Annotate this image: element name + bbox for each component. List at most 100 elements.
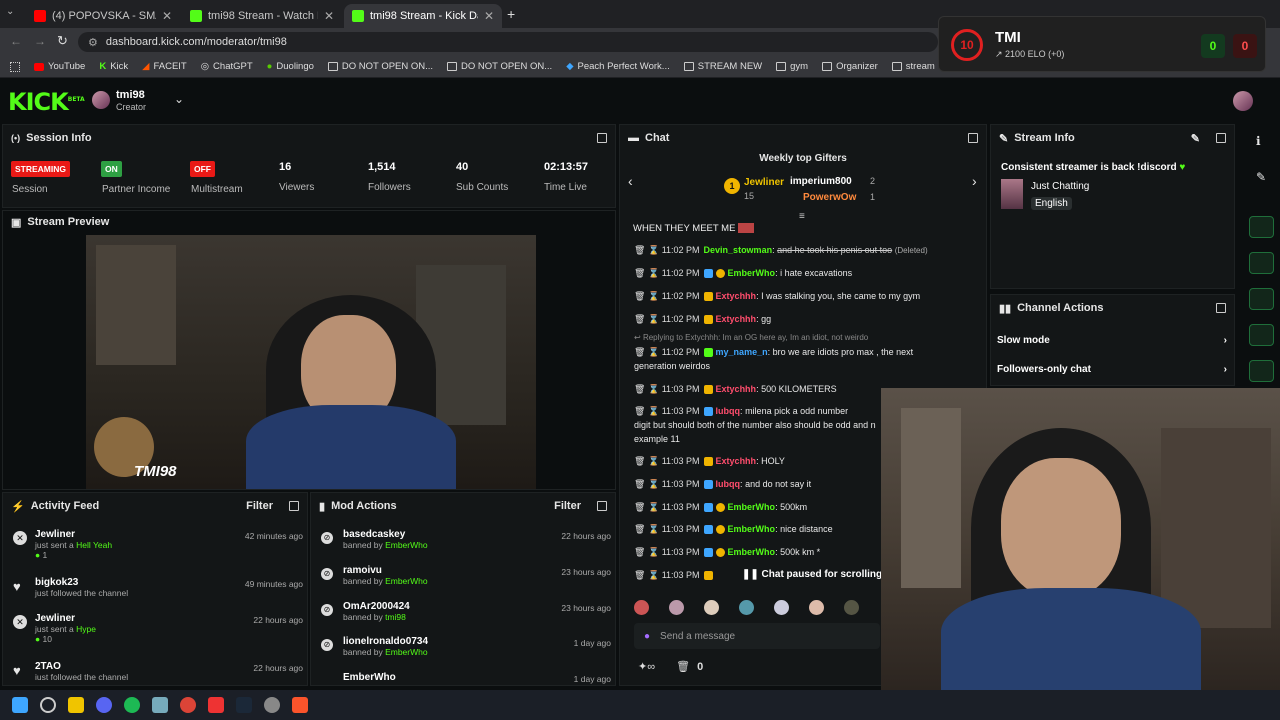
timeout-icon[interactable]: ⌛ [648, 502, 659, 512]
file-explorer-icon[interactable] [68, 697, 84, 713]
steam-icon[interactable] [236, 697, 252, 713]
emote-icon[interactable] [809, 600, 824, 615]
apps-icon[interactable] [10, 61, 20, 72]
bookmark-gym[interactable]: gym [776, 61, 808, 72]
close-icon[interactable]: ✕ [324, 9, 334, 23]
bookmark-peach[interactable]: ◆ Peach Perfect Work... [566, 61, 670, 72]
stat-multistream[interactable]: OFF Multistream [190, 161, 243, 195]
delete-icon[interactable]: 🗑 [634, 502, 645, 512]
emote-icon[interactable] [739, 600, 754, 615]
bookmark-stream[interactable]: stream [891, 61, 935, 72]
bookmark-faceit[interactable]: ◢ FACEIT [142, 61, 187, 72]
chat-message[interactable]: 🗑 ⌛ 11:03 PM Extychhh: 500 KILOMETERS [634, 384, 837, 395]
avatar[interactable] [92, 91, 110, 109]
emote-picker-icon[interactable]: ✦∞ [638, 661, 655, 673]
timeout-icon[interactable]: ⌛ [648, 268, 659, 278]
chevron-down-icon[interactable]: ≡ [799, 211, 805, 222]
spotify-icon[interactable] [124, 697, 140, 713]
app-icon[interactable] [152, 697, 168, 713]
delete-icon[interactable]: 🗑 [634, 245, 645, 255]
filter-button[interactable]: Filter [554, 500, 581, 512]
search-icon[interactable] [40, 697, 56, 713]
popout-icon[interactable] [1216, 303, 1226, 313]
chat-message[interactable]: 🗑 ⌛ 11:02 PM Devin_stowman: and he took h… [634, 245, 928, 256]
timeout-icon[interactable]: ⌛ [648, 479, 659, 489]
chevron-right-icon[interactable]: › [972, 173, 977, 189]
edit-icon[interactable]: ✎ [1256, 170, 1266, 184]
timeout-icon[interactable]: ⌛ [648, 406, 659, 416]
chevron-down-icon[interactable]: ⌄ [174, 92, 184, 106]
reply-context[interactable]: ↩ Replying to Extychhh: Im an OG here ay… [634, 333, 868, 342]
discord-icon[interactable] [96, 697, 112, 713]
popout-icon[interactable] [1216, 133, 1226, 143]
delete-icon[interactable]: 🗑 [634, 384, 645, 394]
mic-icon[interactable]: ● [644, 631, 650, 642]
lightning-button[interactable] [1249, 252, 1274, 274]
delete-icon[interactable]: 🗑 [634, 547, 645, 557]
bookmark-kick[interactable]: K Kick [99, 61, 128, 72]
close-icon[interactable]: ✕ [484, 9, 494, 23]
timeout-icon[interactable]: ⌛ [648, 524, 659, 534]
delete-icon[interactable]: 🗑 [634, 406, 645, 416]
popout-icon[interactable] [597, 133, 607, 143]
delete-icon[interactable]: 🗑 [634, 347, 645, 357]
tab-dashboard[interactable]: tmi98 Stream - Kick Dashboard ✕ [344, 4, 502, 28]
timeout-icon[interactable]: ⌛ [648, 245, 659, 255]
message-input[interactable]: ● Send a message [634, 623, 880, 649]
bookmark-chatgpt[interactable]: ◎ ChatGPT [201, 61, 253, 72]
timeout-icon[interactable]: ⌛ [648, 384, 659, 394]
bookmark-organizer[interactable]: Organizer [822, 61, 878, 72]
timeout-icon[interactable]: ⌛ [648, 570, 659, 580]
new-tab-button[interactable]: + [507, 6, 515, 22]
notes-button[interactable] [1249, 288, 1274, 310]
delete-icon[interactable]: 🗑 [634, 268, 645, 278]
category-thumbnail[interactable] [1001, 179, 1023, 209]
chat-message[interactable]: 🗑 ⌛ 11:03 PM Extychhh: HOLY [634, 456, 785, 467]
bookmark-duolingo[interactable]: ● Duolingo [267, 61, 314, 72]
broadcast-button[interactable] [1249, 360, 1274, 382]
back-icon[interactable]: ← [10, 34, 22, 48]
chevron-left-icon[interactable]: ‹ [628, 173, 633, 189]
delete-icon[interactable]: 🗑 [634, 314, 645, 324]
site-info-icon[interactable]: ⚙ [88, 36, 98, 49]
brave-icon[interactable] [292, 697, 308, 713]
trash-icon[interactable]: 🗑 [676, 661, 690, 673]
emote-icon[interactable] [704, 600, 719, 615]
url-input[interactable]: ⚙ dashboard.kick.com/moderator/tmi98 [78, 32, 938, 52]
chat-message[interactable]: 🗑 ⌛ 11:02 PM Extychhh: I was stalking you… [634, 291, 920, 302]
windows-start-icon[interactable] [12, 697, 28, 713]
chat-message[interactable]: 🗑 ⌛ 11:03 PM lubqq: and do not say it [634, 479, 811, 490]
info-icon[interactable]: ℹ [1256, 134, 1261, 148]
timeout-icon[interactable]: ⌛ [648, 291, 659, 301]
faceit-icon[interactable] [208, 697, 224, 713]
chat-button[interactable] [1249, 324, 1274, 346]
bookmark-folder-2[interactable]: DO NOT OPEN ON... [447, 61, 552, 72]
bookmark-youtube[interactable]: YouTube [34, 61, 85, 72]
timeout-icon[interactable]: ⌛ [648, 347, 659, 357]
chrome-icon[interactable] [180, 697, 196, 713]
chat-message[interactable]: 🗑 ⌛ 11:02 PM Extychhh: gg [634, 314, 771, 325]
delete-icon[interactable]: 🗑 [634, 479, 645, 489]
chat-paused-button[interactable]: ❚❚ Chat paused for scrolling [736, 567, 889, 583]
emote-icon[interactable] [634, 600, 649, 615]
timeout-icon[interactable]: ⌛ [648, 456, 659, 466]
fullscreen-button[interactable] [1249, 216, 1274, 238]
popout-icon[interactable] [289, 501, 299, 511]
chat-message[interactable]: 🗑 ⌛ 11:03 PM EmberWho: nice distance [634, 524, 833, 535]
popout-icon[interactable] [968, 133, 978, 143]
delete-icon[interactable]: 🗑 [634, 524, 645, 534]
close-icon[interactable]: ✕ [162, 9, 172, 23]
stream-video[interactable]: TMI98 [86, 235, 536, 489]
tab-youtube[interactable]: (4) POPOVSKA - SMAK SVETA ( ✕ [26, 4, 180, 28]
chat-message[interactable]: 🗑 ⌛ 11:03 PM [634, 570, 716, 581]
filter-button[interactable]: Filter [246, 500, 273, 512]
emote-icon[interactable] [774, 600, 789, 615]
chat-message[interactable]: 🗑 ⌛ 11:03 PM EmberWho: 500km [634, 502, 807, 513]
followers-only-row[interactable]: Followers-only chat › [997, 364, 1227, 375]
forward-icon[interactable]: → [34, 34, 46, 48]
emote-icon[interactable] [669, 600, 684, 615]
emote-icon[interactable] [844, 600, 859, 615]
slow-mode-row[interactable]: Slow mode › [997, 335, 1227, 346]
tab-search-icon[interactable]: ⌄ [6, 6, 20, 20]
edit-icon[interactable]: ✎ [1191, 132, 1200, 145]
